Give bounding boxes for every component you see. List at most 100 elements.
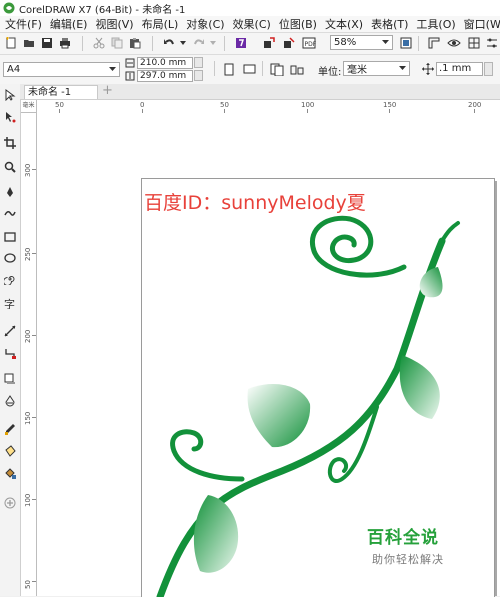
- menu-tools[interactable]: 工具(O): [411, 16, 458, 32]
- ruler-label: 300: [24, 163, 32, 177]
- brand-title: 百科全说: [367, 528, 439, 548]
- toolbar-divider: [418, 36, 419, 51]
- crop-tool-icon[interactable]: [3, 136, 17, 150]
- toolbar-divider: [224, 36, 225, 51]
- transparency-tool-icon[interactable]: [3, 394, 17, 408]
- full-screen-preview-icon[interactable]: [399, 36, 413, 50]
- watermark-text: 百度ID：sunnyMelody夏: [144, 192, 366, 214]
- page-width-input[interactable]: 210.0 mm: [137, 57, 193, 69]
- show-rulers-icon[interactable]: [427, 36, 441, 50]
- save-icon[interactable]: [40, 36, 54, 50]
- svg-text:字: 字: [4, 297, 15, 309]
- landscape-icon[interactable]: [242, 62, 256, 76]
- options-icon[interactable]: [485, 36, 499, 50]
- vine-artwork[interactable]: [142, 179, 494, 597]
- ruler-tick: [32, 417, 36, 418]
- menu-table[interactable]: 表格(T): [366, 16, 411, 32]
- view-icon[interactable]: [447, 36, 461, 50]
- all-pages-icon[interactable]: [270, 62, 284, 76]
- vertical-ruler[interactable]: 300 250 200 150 100 50: [21, 113, 37, 596]
- document-tabs: 未命名 -1 +: [20, 84, 500, 100]
- redo-dropdown-icon[interactable]: [206, 36, 220, 50]
- rectangle-tool-icon[interactable]: [3, 230, 17, 244]
- left-curl: [170, 429, 245, 482]
- ruler-label: 200: [468, 101, 482, 109]
- property-bar: A4 210.0 mm 297.0 mm 单位: 毫米 .1 mm: [0, 55, 500, 85]
- add-tool-icon[interactable]: [3, 496, 17, 510]
- interactive-fill-icon[interactable]: [3, 444, 17, 458]
- undo-dropdown-icon[interactable]: [176, 36, 190, 50]
- svg-text:PDF: PDF: [305, 41, 317, 48]
- ruler-label: 50: [55, 101, 64, 109]
- nudge-distance-spinner[interactable]: [484, 62, 493, 76]
- smart-fill-icon[interactable]: [3, 466, 17, 480]
- redo-icon[interactable]: [192, 36, 206, 50]
- window-title: CorelDRAW X7 (64-Bit) - 未命名 -1: [19, 4, 186, 16]
- ellipse-tool-icon[interactable]: [3, 251, 17, 265]
- ruler-label: 150: [383, 101, 397, 109]
- ruler-tick: [32, 169, 36, 170]
- units-select[interactable]: 毫米: [343, 61, 410, 76]
- publish-pdf-icon[interactable]: PDF: [302, 36, 316, 50]
- leaf-middle: [247, 384, 311, 448]
- document-tab[interactable]: 未命名 -1: [24, 85, 98, 99]
- ruler-label: 100: [301, 101, 315, 109]
- nudge-distance-input[interactable]: .1 mm: [436, 62, 483, 76]
- dimension-tool-icon[interactable]: [3, 324, 17, 338]
- cut-icon[interactable]: [92, 36, 106, 50]
- brand-subtitle: 助你轻松解决: [372, 553, 444, 566]
- units-value: 毫米: [347, 65, 367, 76]
- export-icon[interactable]: [282, 36, 296, 50]
- show-grid-icon[interactable]: [467, 36, 481, 50]
- current-page-icon[interactable]: [290, 62, 304, 76]
- drop-shadow-tool-icon[interactable]: [3, 372, 17, 386]
- leaf-top-right: [419, 267, 443, 298]
- text-tool-icon[interactable]: 字: [3, 296, 17, 310]
- zoom-level-select[interactable]: 58%: [330, 35, 393, 50]
- menu-layout[interactable]: 布局(L): [137, 16, 182, 32]
- chevron-down-icon: [109, 67, 116, 71]
- coreldraw-logo-icon: [3, 2, 15, 14]
- page-height-input[interactable]: 297.0 mm: [137, 70, 193, 82]
- spiral-tool-icon[interactable]: [3, 272, 17, 286]
- zoom-tool-icon[interactable]: [3, 160, 17, 174]
- menu-effects[interactable]: 效果(C): [228, 16, 274, 32]
- page-size-value: A4: [7, 64, 21, 75]
- menu-object[interactable]: 对象(C): [181, 16, 227, 32]
- horizontal-ruler[interactable]: 50 0 50 100 150 200: [37, 100, 500, 114]
- search-content-icon[interactable]: [234, 36, 248, 50]
- pick-tool-icon[interactable]: [3, 88, 17, 102]
- print-icon[interactable]: [58, 36, 72, 50]
- menu-window[interactable]: 窗口(W): [459, 16, 500, 32]
- drawing-canvas[interactable]: 百度ID：sunnyMelody夏 百科全说 助你轻松解决: [37, 113, 500, 597]
- toolbar-divider: [214, 61, 215, 76]
- drawing-page[interactable]: 百度ID：sunnyMelody夏 百科全说 助你轻松解决: [141, 178, 495, 597]
- menu-bitmaps[interactable]: 位图(B): [274, 16, 320, 32]
- ruler-tick: [32, 499, 36, 500]
- page-height-spinner[interactable]: [194, 70, 203, 81]
- ruler-label: 50: [220, 101, 229, 109]
- page-size-select[interactable]: A4: [3, 62, 120, 77]
- shape-tool-icon[interactable]: [3, 110, 17, 124]
- page-width-spinner[interactable]: [194, 57, 203, 68]
- color-eyedropper-icon[interactable]: [3, 422, 17, 436]
- add-document-tab-button[interactable]: +: [101, 84, 114, 98]
- open-folder-icon[interactable]: [22, 36, 36, 50]
- freehand-tool-icon[interactable]: [3, 185, 17, 199]
- menu-edit[interactable]: 编辑(E): [45, 16, 91, 32]
- ruler-origin[interactable]: 毫米: [21, 100, 37, 113]
- undo-icon[interactable]: [162, 36, 176, 50]
- menu-text[interactable]: 文本(X): [320, 16, 366, 32]
- portrait-icon[interactable]: [222, 62, 236, 76]
- menu-view[interactable]: 视图(V): [90, 16, 136, 32]
- paste-icon[interactable]: [128, 36, 142, 50]
- copy-icon[interactable]: [110, 36, 124, 50]
- menu-bar: 文件(F) 编辑(E) 视图(V) 布局(L) 对象(C) 效果(C) 位图(B…: [0, 16, 500, 33]
- ruler-label: 200: [24, 329, 32, 343]
- import-icon[interactable]: [262, 36, 276, 50]
- new-document-icon[interactable]: [4, 36, 18, 50]
- artistic-media-tool-icon[interactable]: [3, 206, 17, 220]
- leaf-right: [399, 355, 440, 419]
- connector-tool-icon[interactable]: [3, 346, 17, 360]
- menu-file[interactable]: 文件(F): [0, 16, 45, 32]
